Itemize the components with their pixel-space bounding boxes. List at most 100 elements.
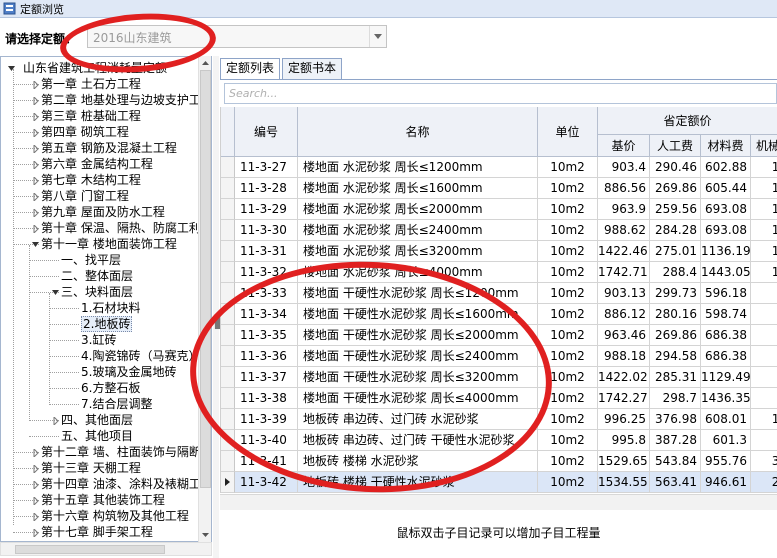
row-indicator[interactable]: [221, 157, 235, 178]
cell-base-price[interactable]: 1742.27: [598, 388, 650, 409]
tree-node[interactable]: 第十四章 油漆、涂料及裱糊工: [1, 476, 201, 492]
cell-unit[interactable]: 10m2: [538, 304, 598, 325]
cell-unit[interactable]: 10m2: [538, 241, 598, 262]
cell-labor[interactable]: 298.7: [650, 388, 701, 409]
scroll-down-icon[interactable]: [199, 528, 212, 542]
expand-icon[interactable]: [31, 480, 40, 489]
tree-node[interactable]: 第二章 地基处理与边坡支护工: [1, 92, 201, 108]
cell-base-price[interactable]: 1422.46: [598, 241, 650, 262]
cell-code[interactable]: 11-3-39: [235, 409, 298, 430]
tree-node[interactable]: 第十三章 天棚工程: [1, 460, 197, 476]
tree-node[interactable]: 第三章 桩基础工程: [1, 108, 197, 124]
tree-node[interactable]: 第九章 屋面及防水工程: [1, 204, 197, 220]
cell-base-price[interactable]: 903.4: [598, 157, 650, 178]
cell-code[interactable]: 11-3-40: [235, 430, 298, 451]
cell-base-price[interactable]: 903.13: [598, 283, 650, 304]
tree-node[interactable]: 第十五章 其他装饰工程: [1, 492, 197, 508]
expand-icon[interactable]: [31, 528, 40, 537]
row-indicator[interactable]: [221, 283, 235, 304]
cell-name[interactable]: 地板砖 串边砖、过门砖 水泥砂浆: [298, 409, 538, 430]
cell-material[interactable]: 601.3: [701, 430, 751, 451]
tree-node[interactable]: 第十七章 脚手架工程: [1, 524, 197, 540]
tree-node[interactable]: 3.缸砖: [1, 332, 197, 348]
tree-scroll-thumb[interactable]: [200, 70, 211, 488]
row-indicator[interactable]: [221, 367, 235, 388]
expand-icon[interactable]: [31, 112, 40, 121]
expand-icon[interactable]: [31, 96, 40, 105]
expand-icon[interactable]: [31, 512, 40, 521]
row-indicator[interactable]: [221, 262, 235, 283]
cell-unit[interactable]: 10m2: [538, 451, 598, 472]
cell-name[interactable]: 楼地面 水泥砂浆 周长≤1600mm: [298, 178, 538, 199]
expand-icon[interactable]: [51, 416, 60, 425]
cell-machine[interactable]: 30: [751, 451, 777, 472]
cell-machine[interactable]: 7: [751, 388, 777, 409]
row-indicator[interactable]: [221, 304, 235, 325]
tab-quota-book[interactable]: 定额书本: [282, 58, 343, 79]
cell-material[interactable]: 1136.19: [701, 241, 751, 262]
cell-labor[interactable]: 294.58: [650, 346, 701, 367]
cell-unit[interactable]: 10m2: [538, 472, 598, 493]
cell-machine[interactable]: 11: [751, 199, 777, 220]
cell-machine[interactable]: 7: [751, 430, 777, 451]
cell-base-price[interactable]: 1742.71: [598, 262, 650, 283]
cell-labor[interactable]: 387.28: [650, 430, 701, 451]
col-header-unit[interactable]: 单位: [538, 107, 598, 157]
col-header-machine[interactable]: 机械: [751, 135, 777, 157]
cell-base-price[interactable]: 995.8: [598, 430, 650, 451]
expand-icon[interactable]: [31, 464, 40, 473]
tree-node[interactable]: 第十一章 楼地面装饰工程: [1, 236, 197, 252]
row-indicator[interactable]: [221, 388, 235, 409]
tree-node[interactable]: 1.石材块料: [1, 300, 197, 316]
cell-code[interactable]: 11-3-32: [235, 262, 298, 283]
cell-machine[interactable]: 11: [751, 409, 777, 430]
tree-node[interactable]: 第十章 保温、隔热、防腐工利: [1, 220, 201, 236]
cell-unit[interactable]: 10m2: [538, 346, 598, 367]
cell-labor[interactable]: 280.16: [650, 304, 701, 325]
col-header-material[interactable]: 材料费: [701, 135, 751, 157]
cell-code[interactable]: 11-3-33: [235, 283, 298, 304]
tree-node[interactable]: 二、整体面层: [1, 268, 197, 284]
cell-code[interactable]: 11-3-36: [235, 346, 298, 367]
tree-root-node[interactable]: 山东省建筑工程消耗量定额: [1, 60, 197, 76]
cell-name[interactable]: 楼地面 干硬性水泥砂浆 周长≤1200mm: [298, 283, 538, 304]
cell-code[interactable]: 11-3-34: [235, 304, 298, 325]
cell-machine[interactable]: 24: [751, 472, 777, 493]
cell-unit[interactable]: 10m2: [538, 283, 598, 304]
cell-name[interactable]: 地板砖 楼梯 干硬性水泥砂浆: [298, 472, 538, 493]
cell-name[interactable]: 楼地面 干硬性水泥砂浆 周长≤1600mm: [298, 304, 538, 325]
cell-code[interactable]: 11-3-35: [235, 325, 298, 346]
cell-unit[interactable]: 10m2: [538, 388, 598, 409]
row-indicator[interactable]: [221, 451, 235, 472]
cell-unit[interactable]: 10m2: [538, 178, 598, 199]
tree-node[interactable]: 第十六章 构筑物及其他工程: [1, 508, 197, 524]
cell-machine[interactable]: 7: [751, 304, 777, 325]
cell-unit[interactable]: 10m2: [538, 367, 598, 388]
tree-node[interactable]: 第十二章 墙、柱面装饰与隔断: [1, 444, 201, 460]
expand-icon[interactable]: [31, 176, 40, 185]
chapter-tree[interactable]: 山东省建筑工程消耗量定额 第一章 土石方工程 第二章 地基处理与边坡支护工 第三章 桩…: [0, 56, 212, 542]
cell-labor[interactable]: 563.41: [650, 472, 701, 493]
cell-code[interactable]: 11-3-41: [235, 451, 298, 472]
expand-icon[interactable]: [31, 192, 40, 201]
cell-material[interactable]: 686.38: [701, 346, 751, 367]
tree-vertical-scrollbar[interactable]: [198, 56, 211, 542]
tree-node[interactable]: 7.结合层调整: [1, 396, 197, 412]
tree-node[interactable]: 一、找平层: [1, 252, 197, 268]
cell-unit[interactable]: 10m2: [538, 157, 598, 178]
cell-code[interactable]: 11-3-37: [235, 367, 298, 388]
collapse-icon[interactable]: [51, 288, 60, 297]
cell-code[interactable]: 11-3-31: [235, 241, 298, 262]
cell-code[interactable]: 11-3-42: [235, 472, 298, 493]
panel-splitter[interactable]: ■ ■ ■: [213, 56, 223, 558]
cell-unit[interactable]: 10m2: [538, 409, 598, 430]
cell-base-price[interactable]: 988.18: [598, 346, 650, 367]
cell-base-price[interactable]: 996.25: [598, 409, 650, 430]
tree-node[interactable]: 第六章 金属结构工程: [1, 156, 197, 172]
cell-name[interactable]: 楼地面 水泥砂浆 周长≤1200mm: [298, 157, 538, 178]
cell-base-price[interactable]: 886.12: [598, 304, 650, 325]
cell-name[interactable]: 楼地面 干硬性水泥砂浆 周长≤4000mm: [298, 388, 538, 409]
collapse-icon[interactable]: [31, 240, 40, 249]
cell-unit[interactable]: 10m2: [538, 325, 598, 346]
cell-material[interactable]: 598.74: [701, 304, 751, 325]
